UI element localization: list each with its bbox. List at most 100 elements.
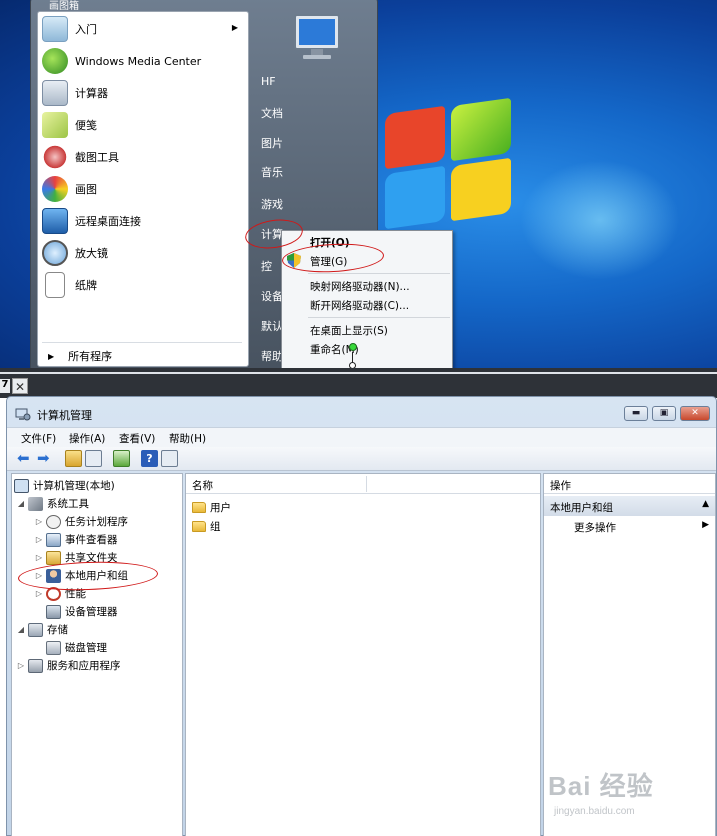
back-arrow-icon[interactable]: ⬅ <box>17 450 34 467</box>
actions-title: 操作 <box>550 480 571 492</box>
program-label: 入门 <box>75 23 97 36</box>
column-header: 名称 <box>186 474 540 494</box>
menu-item-manage[interactable]: 管理(G) <box>310 254 347 269</box>
tree-node-services-applications[interactable]: ▷ 服务和应用程序 <box>16 658 121 673</box>
list-item-users[interactable]: 用户 <box>192 500 231 515</box>
start-item-control-panel[interactable]: 控 <box>261 258 272 274</box>
program-item-remote-desktop[interactable]: 远程桌面连接 <box>38 206 248 236</box>
help-icon[interactable]: ? <box>141 450 158 467</box>
tree-node-computer-management[interactable]: 计算机管理(本地) <box>14 478 115 493</box>
all-programs-button[interactable]: ▶ 所有程序 <box>48 348 112 364</box>
device-manager-icon <box>46 604 61 619</box>
window-title: 计算机管理 <box>37 409 92 422</box>
tree-node-task-scheduler[interactable]: ▷ 任务计划程序 <box>34 514 128 529</box>
tree-node-storage[interactable]: ◢ 存储 <box>16 622 68 637</box>
tree-node-device-manager[interactable]: 设备管理器 <box>34 604 118 619</box>
program-item-sticky-notes[interactable]: 便笺 <box>38 110 248 140</box>
menu-item-map-drive[interactable]: 映射网络驱动器(N)... <box>310 279 410 294</box>
expander-icon[interactable]: ▷ <box>34 571 44 580</box>
tools-icon <box>28 496 43 511</box>
expander-icon[interactable]: ◢ <box>16 625 26 634</box>
tree-label: 服务和应用程序 <box>47 660 121 672</box>
start-item-help[interactable]: 帮助 <box>261 348 283 364</box>
separator <box>308 273 450 274</box>
chevron-right-icon[interactable]: ▶ <box>702 520 709 530</box>
clock-icon <box>46 514 61 529</box>
minimize-button[interactable]: ▬ <box>624 406 648 421</box>
program-label: 便笺 <box>75 119 97 132</box>
menu-file[interactable]: 文件(F) <box>21 431 56 446</box>
program-item-media-center[interactable]: Windows Media Center <box>38 46 248 76</box>
program-label: 计算器 <box>75 87 108 100</box>
export-list-icon[interactable] <box>113 450 130 467</box>
tree-label: 计算机管理(本地) <box>33 480 115 492</box>
show-hide-tree-icon[interactable] <box>85 450 102 467</box>
list-item-groups[interactable]: 组 <box>192 519 221 534</box>
expander-icon[interactable]: ▷ <box>34 535 44 544</box>
column-name[interactable]: 名称 <box>192 478 213 493</box>
more-actions-link[interactable]: 更多操作 <box>574 520 616 535</box>
start-item-devices[interactable]: 设备 <box>261 288 283 304</box>
program-item-magnifier[interactable]: 放大镜 <box>38 238 248 268</box>
snipping-tool-icon <box>42 144 68 170</box>
screenshot-root: 画图箱 入门 ▶ Windows Media Center 计算器 便笺 截图工… <box>0 0 717 836</box>
program-item-calculator[interactable]: 计算器 <box>38 78 248 108</box>
close-button[interactable]: ✕ <box>680 406 710 421</box>
menu-item-disconnect-drive[interactable]: 断开网络驱动器(C)... <box>310 298 409 313</box>
expander-icon[interactable]: ◢ <box>16 499 26 508</box>
expander-icon[interactable]: ▷ <box>34 589 44 598</box>
up-folder-icon[interactable] <box>65 450 82 467</box>
media-center-icon <box>42 48 68 74</box>
tab-number: 7 <box>0 379 10 393</box>
column-divider[interactable] <box>366 476 367 492</box>
tree-label: 系统工具 <box>47 498 89 510</box>
chevron-right-icon: ▶ <box>48 351 55 361</box>
collapse-up-icon[interactable]: ▲ <box>702 499 709 509</box>
menu-help[interactable]: 帮助(H) <box>169 431 206 446</box>
start-item-games[interactable]: 游戏 <box>261 196 283 212</box>
expander-icon[interactable]: ▷ <box>34 517 44 526</box>
program-item-solitaire[interactable]: 纸牌 <box>38 270 248 300</box>
tab-close-button[interactable]: ✕ <box>12 378 28 394</box>
program-item-paint[interactable]: 画图 <box>38 174 248 204</box>
program-item-snipping-tool[interactable]: 截图工具 <box>38 142 248 172</box>
tree-node-system-tools[interactable]: ◢ 系统工具 <box>16 496 89 511</box>
start-item-music[interactable]: 音乐 <box>261 164 283 180</box>
paint-icon <box>42 176 68 202</box>
all-programs-label: 所有程序 <box>68 350 113 363</box>
program-item-getting-started[interactable]: 入门 ▶ <box>38 14 248 44</box>
uac-shield-icon <box>287 253 301 268</box>
tree-node-local-users-groups[interactable]: ▷ 本地用户和组 <box>34 568 128 583</box>
start-item-computer[interactable]: 计算 <box>261 226 283 242</box>
start-item-pictures[interactable]: 图片 <box>261 135 283 151</box>
tree-node-shared-folders[interactable]: ▷ 共享文件夹 <box>34 550 118 565</box>
show-action-pane-icon[interactable] <box>161 450 178 467</box>
desktop: 画图箱 入门 ▶ Windows Media Center 计算器 便笺 截图工… <box>0 0 717 368</box>
start-menu-programs: 入门 ▶ Windows Media Center 计算器 便笺 截图工具 画图… <box>37 11 249 367</box>
menu-item-open[interactable]: 打开(O) <box>310 235 350 250</box>
menu-item-show-on-desktop[interactable]: 在桌面上显示(S) <box>310 323 388 338</box>
list-pane: 名称 用户 组 <box>185 473 541 836</box>
menu-action[interactable]: 操作(A) <box>69 431 105 446</box>
start-item-documents[interactable]: 文档 <box>261 105 283 121</box>
expander-icon[interactable]: ▷ <box>16 661 26 670</box>
tree-label: 本地用户和组 <box>65 570 128 582</box>
start-item-user-folder[interactable]: HF <box>261 75 276 88</box>
menu-bar: 文件(F) 操作(A) 查看(V) 帮助(H) <box>7 427 716 447</box>
program-label: 放大镜 <box>75 247 108 260</box>
start-item-default-programs[interactable]: 默认 <box>261 318 283 334</box>
tree-label: 任务计划程序 <box>65 516 128 528</box>
program-label: 画图 <box>75 183 97 196</box>
folder-icon <box>192 502 206 513</box>
tree-node-event-viewer[interactable]: ▷ 事件查看器 <box>34 532 118 547</box>
tree-label: 磁盘管理 <box>65 642 107 654</box>
maximize-button[interactable]: ▣ <box>652 406 676 421</box>
tree-node-disk-management[interactable]: 磁盘管理 <box>34 640 107 655</box>
actions-group-local-users[interactable]: 本地用户和组 ▲ <box>544 496 715 516</box>
menu-view[interactable]: 查看(V) <box>119 431 155 446</box>
expander-icon[interactable]: ▷ <box>34 553 44 562</box>
tree-node-performance[interactable]: ▷ 性能 <box>34 586 86 601</box>
getting-started-icon <box>42 16 68 42</box>
forward-arrow-icon[interactable]: ➡ <box>37 450 54 467</box>
list-item-label: 用户 <box>210 502 231 514</box>
